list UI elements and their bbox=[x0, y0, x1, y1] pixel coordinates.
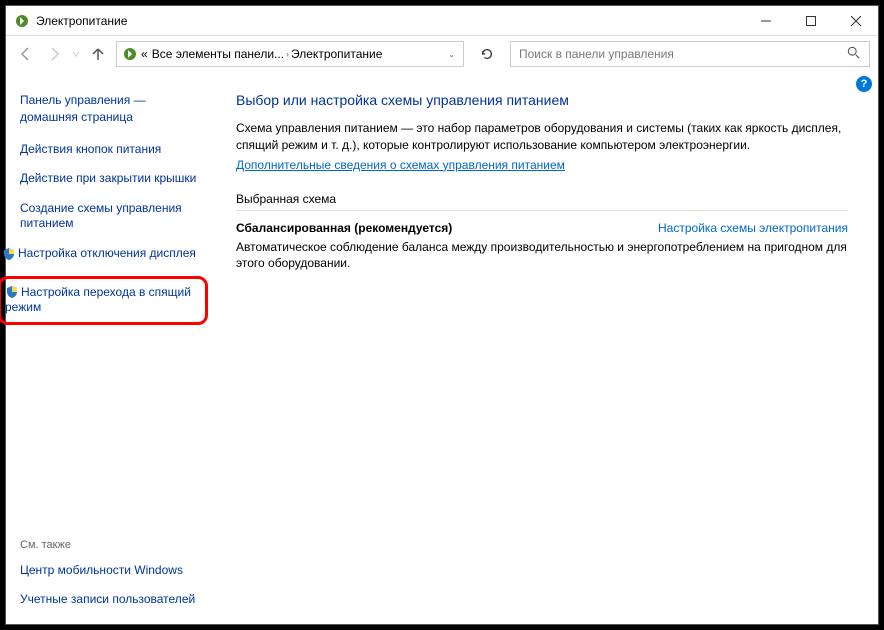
app-icon bbox=[14, 13, 30, 29]
main-content: Выбор или настройка схемы управления пит… bbox=[216, 72, 878, 624]
sidebar-link-display-off[interactable]: Настройка отключения дисплея bbox=[2, 246, 204, 262]
breadcrumb-2[interactable]: Электропитание bbox=[291, 47, 382, 61]
breadcrumb-1[interactable]: Все элементы панели... bbox=[152, 47, 284, 61]
titlebar: Электропитание bbox=[6, 6, 878, 36]
sidebar: Панель управления — домашняя страница Де… bbox=[6, 72, 216, 624]
sidebar-link-sleep[interactable]: Настройка перехода в спящий режим bbox=[0, 276, 208, 325]
search-placeholder: Поиск в панели управления bbox=[519, 47, 847, 61]
address-bar[interactable]: « Все элементы панели... › Электропитани… bbox=[116, 41, 464, 67]
minimize-button[interactable] bbox=[743, 6, 788, 36]
breadcrumb-prefix: « bbox=[141, 47, 148, 61]
shield-icon bbox=[2, 247, 16, 261]
breadcrumb-icon bbox=[121, 45, 139, 63]
help-icon[interactable]: ? bbox=[856, 76, 872, 92]
plan-settings-link[interactable]: Настройка схемы электропитания bbox=[658, 221, 848, 235]
refresh-button[interactable] bbox=[474, 41, 500, 67]
search-icon[interactable] bbox=[847, 46, 861, 63]
sidebar-link-lid[interactable]: Действие при закрытии крышки bbox=[20, 171, 204, 187]
sidebar-home-link[interactable]: Панель управления — домашняя страница bbox=[20, 92, 204, 126]
sidebar-see-also: См. также bbox=[20, 539, 204, 551]
plan-description: Автоматическое соблюдение баланса между … bbox=[236, 239, 848, 273]
sidebar-link-power-buttons[interactable]: Действия кнопок питания bbox=[20, 142, 204, 158]
page-description: Схема управления питанием — это набор па… bbox=[236, 120, 848, 154]
sidebar-mobility-center[interactable]: Центр мобильности Windows bbox=[20, 563, 204, 579]
sidebar-link-create-plan[interactable]: Создание схемы управления питанием bbox=[20, 201, 204, 232]
search-input[interactable]: Поиск в панели управления bbox=[510, 41, 870, 67]
sidebar-user-accounts[interactable]: Учетные записи пользователей bbox=[20, 592, 204, 608]
page-heading: Выбор или настройка схемы управления пит… bbox=[236, 92, 848, 108]
back-button[interactable] bbox=[14, 42, 38, 66]
window-title: Электропитание bbox=[36, 14, 127, 28]
address-dropdown[interactable]: ⌄ bbox=[442, 50, 461, 59]
chevron-right-icon[interactable]: › bbox=[286, 49, 289, 59]
recent-menu[interactable] bbox=[70, 42, 82, 66]
forward-button[interactable] bbox=[42, 42, 66, 66]
navbar: « Все элементы панели... › Электропитани… bbox=[6, 36, 878, 72]
more-info-link[interactable]: Дополнительные сведения о схемах управле… bbox=[236, 158, 565, 172]
plan-name: Сбалансированная (рекомендуется) bbox=[236, 221, 452, 235]
maximize-button[interactable] bbox=[788, 6, 833, 36]
shield-icon bbox=[5, 285, 19, 299]
section-header: Выбранная схема bbox=[236, 192, 848, 211]
up-button[interactable] bbox=[86, 42, 110, 66]
close-button[interactable] bbox=[833, 6, 878, 36]
